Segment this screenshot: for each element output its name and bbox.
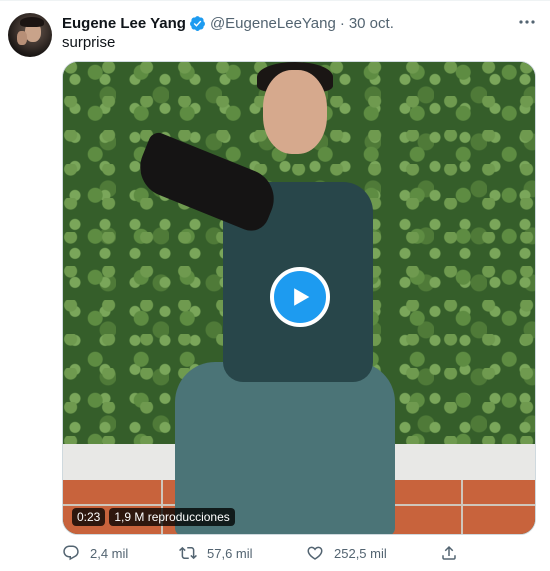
play-icon[interactable] bbox=[270, 267, 330, 327]
video-badges: 0:23 1,9 M reproducciones bbox=[72, 508, 235, 526]
verified-badge-icon bbox=[189, 15, 206, 32]
retweet-count: 57,6 mil bbox=[207, 545, 253, 561]
retweet-icon bbox=[179, 546, 197, 560]
like-button[interactable]: 252,5 mil bbox=[306, 542, 387, 564]
tweet[interactable]: Eugene Lee Yang @EugeneLeeYang · 30 oct.… bbox=[0, 0, 550, 571]
video-duration: 0:23 bbox=[72, 508, 106, 526]
tweet-actions: 2,4 mil 57,6 mil 252,5 mil bbox=[62, 542, 462, 564]
video-player[interactable]: 0:23 1,9 M reproducciones bbox=[62, 61, 536, 535]
separator-dot: · bbox=[339, 14, 345, 32]
avatar[interactable] bbox=[8, 13, 52, 57]
reply-button[interactable]: 2,4 mil bbox=[62, 542, 128, 564]
heart-icon bbox=[307, 546, 323, 560]
video-person-head bbox=[263, 70, 327, 154]
tweet-date[interactable]: 30 oct. bbox=[349, 15, 394, 32]
retweet-button[interactable]: 57,6 mil bbox=[179, 542, 253, 564]
like-count: 252,5 mil bbox=[334, 545, 387, 561]
avatar-hair bbox=[20, 17, 44, 27]
reply-count: 2,4 mil bbox=[90, 545, 129, 561]
tweet-header: Eugene Lee Yang @EugeneLeeYang · 30 oct. bbox=[62, 13, 394, 33]
share-button[interactable] bbox=[440, 542, 468, 564]
tweet-text: surprise bbox=[62, 34, 116, 51]
author-name[interactable]: Eugene Lee Yang bbox=[62, 15, 186, 32]
more-horizontal-icon[interactable] bbox=[518, 15, 536, 29]
author-handle[interactable]: @EugeneLeeYang bbox=[210, 15, 336, 32]
avatar-hand bbox=[17, 31, 27, 45]
video-views: 1,9 M reproducciones bbox=[109, 508, 235, 526]
reply-icon bbox=[63, 545, 79, 561]
share-icon bbox=[442, 545, 456, 560]
